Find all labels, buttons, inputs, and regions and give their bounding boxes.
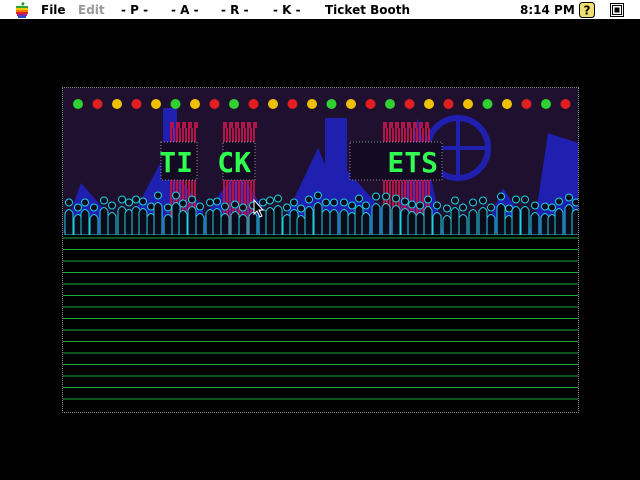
window-title: Ticket Booth [325,3,411,17]
menu-edit[interactable]: Edit [78,3,105,17]
menu-p[interactable]: - P - [121,3,148,17]
ground-lines [63,237,578,400]
menu-a[interactable]: - A - [171,3,199,17]
application-icon[interactable] [609,2,625,18]
svg-text:ETS: ETS [387,146,438,179]
menu-r[interactable]: - R - [221,3,249,17]
svg-text:TI: TI [159,146,193,179]
menu-clock[interactable]: 8:14 PM [520,3,575,17]
menu-bar: File Edit - P - - A - - R - - K - Ticket… [0,0,640,20]
svg-text:CK: CK [217,146,251,179]
game-stage[interactable]: TI CK ETS [62,87,579,413]
help-question-icon[interactable]: ? [579,2,595,18]
svg-text:?: ? [584,4,591,18]
menu-file[interactable]: File [41,3,66,17]
carnival-scene[interactable]: TI CK ETS [63,88,578,235]
apple-logo-icon[interactable] [14,2,30,18]
menu-k[interactable]: - K - [273,3,301,17]
